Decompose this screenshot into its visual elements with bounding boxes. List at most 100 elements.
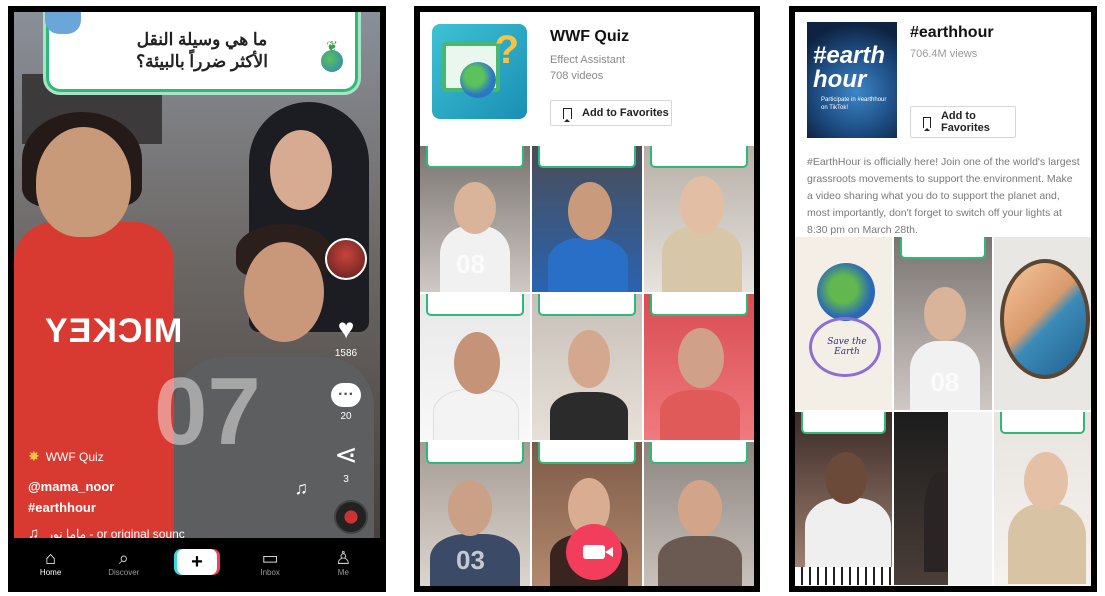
video-tile[interactable]: 03 — [420, 442, 530, 586]
video-tile[interactable]: Save the Earth — [795, 237, 893, 410]
effect-thumbnail: ? — [432, 24, 527, 119]
person-figure — [434, 390, 518, 440]
effect-subtitle: Effect Assistant — [550, 54, 626, 66]
person-head — [1023, 452, 1068, 510]
add-to-favorites-label: Add to Favorites — [940, 110, 990, 134]
person-head — [924, 287, 967, 341]
drawing-text: Save the Earth — [827, 337, 867, 357]
effect-tag-label: WWF Quiz — [45, 449, 104, 464]
person-head — [678, 328, 724, 388]
effect-tag[interactable]: ✸ WWF Quiz — [28, 448, 185, 465]
video-caption: ✸ WWF Quiz @mama_noor #earthhour ♫ ماما … — [28, 448, 185, 542]
nav-inbox[interactable]: ▭ Inbox — [242, 548, 298, 577]
nav-me-label: Me — [337, 567, 349, 577]
person-figure — [1007, 504, 1086, 584]
nav-create[interactable]: + — [169, 549, 225, 575]
video-tile[interactable] — [644, 294, 754, 440]
video-tile[interactable] — [644, 442, 754, 586]
quiz-card-thumb — [538, 442, 636, 464]
plus-icon[interactable]: + — [176, 549, 217, 575]
person-figure — [548, 238, 628, 292]
comment-action[interactable]: ··· 20 — [331, 383, 361, 422]
video-hashtag[interactable]: #earthhour — [28, 500, 185, 515]
person-head — [454, 332, 500, 394]
like-action[interactable]: ♥ 1586 — [335, 314, 357, 360]
nav-me[interactable]: ♙ Me — [315, 548, 371, 577]
nav-home[interactable]: ⌂ Home — [23, 548, 79, 577]
person-head — [454, 182, 496, 234]
person-head — [680, 176, 724, 234]
person-figure — [662, 226, 742, 292]
tile-number: 03 — [456, 545, 485, 575]
quiz-card-thumb — [426, 146, 524, 168]
video-tile[interactable]: 08 — [420, 146, 530, 292]
add-to-favorites-label: Add to Favorites — [582, 107, 669, 119]
add-to-favorites-button[interactable]: Add to Favorites — [550, 100, 672, 126]
quiz-card-thumb — [650, 294, 748, 316]
video-tile[interactable] — [894, 412, 992, 585]
quiz-card-thumb — [426, 294, 524, 316]
music-note-icon: ♫ — [294, 478, 309, 498]
effect-header: ? WWF Quiz Effect Assistant 708 videos A… — [420, 12, 754, 146]
search-icon: ⌕ — [118, 547, 129, 568]
door — [948, 412, 992, 585]
thumbnail-caption: Participate in #earthhour on TikTok! — [821, 97, 887, 111]
hashtag-header: #earth hour Participate in #earthhour on… — [795, 12, 1091, 237]
quiz-card-thumb — [650, 442, 748, 464]
heart-icon[interactable]: ♥ — [338, 314, 355, 344]
hashtag-views: 706.4M views — [910, 48, 978, 60]
home-icon: ⌂ — [45, 547, 57, 568]
share-action[interactable]: ⋖ 3 — [334, 440, 357, 486]
question-mark-icon: ? — [494, 28, 519, 72]
drawing-globe — [817, 263, 875, 321]
person-icon: ♙ — [335, 547, 352, 568]
video-feed-screen: MICKEY ما هي وسيلة النقل الأكثر ضرراً با… — [8, 6, 386, 592]
video-tile[interactable] — [532, 294, 642, 440]
tile-number: 08 — [456, 249, 485, 279]
shirt-print: MICKEY — [44, 312, 183, 350]
camera-icon — [583, 545, 613, 559]
person-figure — [550, 392, 628, 440]
rain-cloud-icon — [45, 12, 81, 34]
bookmark-icon — [923, 116, 931, 131]
thumbnail-title-line-1: #earth — [813, 42, 886, 69]
comment-icon[interactable]: ··· — [331, 383, 361, 407]
person-head — [568, 182, 612, 240]
quiz-question-card: ما هي وسيلة النقل الأكثر ضرراً بالبيئة؟ … — [45, 12, 358, 92]
effect-page-screen: ? WWF Quiz Effect Assistant 708 videos A… — [414, 6, 760, 592]
video-tile[interactable] — [993, 412, 1091, 585]
record-button[interactable] — [566, 524, 622, 580]
video-tile[interactable] — [532, 146, 642, 292]
video-tile[interactable] — [993, 237, 1091, 410]
globe-icon — [321, 50, 343, 72]
person-head — [825, 452, 867, 504]
effect-title: WWF Quiz — [550, 28, 630, 45]
person-figure — [660, 390, 740, 440]
person-figure — [805, 498, 891, 568]
video-tile[interactable] — [644, 146, 754, 292]
video-player[interactable]: MICKEY ما هي وسيلة النقل الأكثر ضرراً با… — [14, 12, 380, 586]
side-action-bar: ♥ 1586 ··· 20 ⋖ 3 — [322, 238, 370, 485]
sound-disc[interactable] — [334, 500, 368, 534]
creator-avatar[interactable] — [325, 238, 367, 280]
share-icon[interactable]: ⋖ — [334, 440, 357, 470]
quiz-card-thumb — [650, 146, 748, 168]
thumbnail-title: #earth hour — [813, 44, 885, 92]
hashtag-title: #earthhour — [910, 24, 994, 41]
add-to-favorites-button[interactable]: Add to Favorites — [910, 106, 1016, 138]
hashtag-description: #EarthHour is officially here! Join one … — [807, 156, 1080, 236]
person-head — [678, 480, 722, 536]
quiz-card-thumb — [999, 412, 1085, 434]
hashtag-thumbnail: #earth hour Participate in #earthhour on… — [807, 22, 897, 138]
hashtag-video-grid: Save the Earth 08 — [795, 237, 1091, 585]
bottom-nav-bar: ⌂ Home ⌕ Discover + ▭ Inbox ♙ Me — [14, 538, 380, 586]
inbox-icon: ▭ — [261, 547, 279, 568]
thumbnail-title-line-2: hour — [813, 66, 867, 93]
video-tile[interactable] — [420, 294, 530, 440]
creator-username[interactable]: @mama_noor — [28, 479, 185, 494]
video-tile[interactable] — [795, 412, 893, 585]
earth-icon — [460, 62, 496, 98]
nav-discover[interactable]: ⌕ Discover — [96, 548, 152, 577]
video-tile[interactable]: 08 — [894, 237, 992, 410]
hashtag-page-screen: #earth hour Participate in #earthhour on… — [789, 6, 1097, 592]
